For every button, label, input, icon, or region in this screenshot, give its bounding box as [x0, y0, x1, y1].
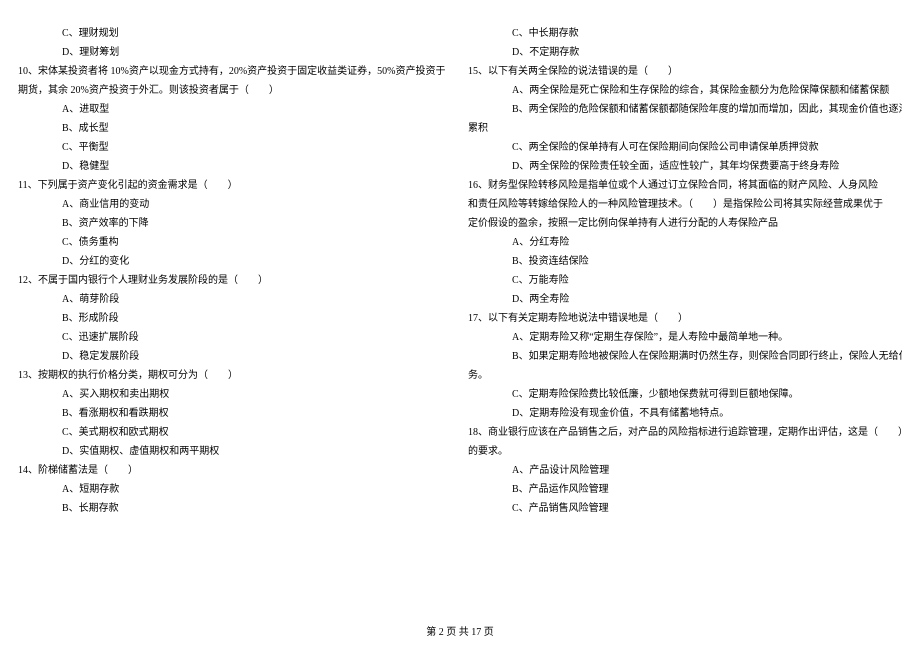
- q10-opt-b: B、成长型: [18, 119, 452, 138]
- q16-stem: 16、财务型保险转移风险是指单位或个人通过订立保险合同，将其面临的财产风险、人身…: [468, 176, 902, 195]
- q17-opt-c: C、定期寿险保险费比较低廉，少额地保费就可得到巨额地保障。: [468, 385, 902, 404]
- q16-opt-c: C、万能寿险: [468, 271, 902, 290]
- q16-opt-d: D、两全寿险: [468, 290, 902, 309]
- q10-opt-a: A、进取型: [18, 100, 452, 119]
- q16-opt-b: B、投资连结保险: [468, 252, 902, 271]
- q15-opt-c: C、两全保险的保单持有人可在保险期间向保险公司申请保单质押贷款: [468, 138, 902, 157]
- q18-opt-c: C、产品销售风险管理: [468, 499, 902, 518]
- q10-opt-c: C、平衡型: [18, 138, 452, 157]
- q13-opt-a: A、买入期权和卖出期权: [18, 385, 452, 404]
- q9-opt-c: C、理财规划: [18, 24, 452, 43]
- page-footer: 第 2 页 共 17 页: [0, 623, 920, 642]
- q10-stem: 10、宋体某投资者将 10%资产以现金方式持有，20%资产投资于固定收益类证券，…: [18, 62, 452, 81]
- q18-opt-a: A、产品设计风险管理: [468, 461, 902, 480]
- q12-opt-c: C、迅速扩展阶段: [18, 328, 452, 347]
- page-body: C、理财规划 D、理财筹划 10、宋体某投资者将 10%资产以现金方式持有，20…: [18, 24, 902, 614]
- q16-opt-a: A、分红寿险: [468, 233, 902, 252]
- q17-opt-a: A、定期寿险又称“定期生存保险”，是人寿险中最简单地一种。: [468, 328, 902, 347]
- q17-opt-b-cont: 务。: [468, 366, 902, 385]
- q13-opt-c: C、美式期权和欧式期权: [18, 423, 452, 442]
- q17-opt-d: D、定期寿险没有现金价值，不具有储蓄地特点。: [468, 404, 902, 423]
- q18-stem: 18、商业银行应该在产品销售之后，对产品的风险指标进行追踪管理，定期作出评估，这…: [468, 423, 902, 442]
- q17-opt-b: B、如果定期寿险地被保险人在保险期满时仍然生存，则保险合同即行终止，保险人无给付…: [468, 347, 902, 366]
- q15-stem: 15、以下有关两全保险的说法错误的是（ ）: [468, 62, 902, 81]
- q14-opt-d: D、不定期存款: [468, 43, 902, 62]
- q17-stem: 17、以下有关定期寿险地说法中错误地是（ ）: [468, 309, 902, 328]
- q10-opt-d: D、稳健型: [18, 157, 452, 176]
- q14-opt-a: A、短期存款: [18, 480, 452, 499]
- q13-stem: 13、按期权的执行价格分类，期权可分为（ ）: [18, 366, 452, 385]
- q12-opt-a: A、萌芽阶段: [18, 290, 452, 309]
- q18-stem-c2: 的要求。: [468, 442, 902, 461]
- q14-opt-b: B、长期存款: [18, 499, 452, 518]
- q15-opt-d: D、两全保险的保险责任较全面，适应性较广，其年均保费要高于终身寿险: [468, 157, 902, 176]
- q16-stem-c3: 定价假设的盈余，按照一定比例向保单持有人进行分配的人寿保险产品: [468, 214, 902, 233]
- q11-stem: 11、下列属于资产变化引起的资金需求是（ ）: [18, 176, 452, 195]
- left-column: C、理财规划 D、理财筹划 10、宋体某投资者将 10%资产以现金方式持有，20…: [18, 24, 452, 614]
- q15-opt-a: A、两全保险是死亡保险和生存保险的综合，其保险金额分为危险保障保额和储蓄保额: [468, 81, 902, 100]
- q12-stem: 12、不属于国内银行个人理财业务发展阶段的是（ ）: [18, 271, 452, 290]
- q15-opt-b-cont: 累积: [468, 119, 902, 138]
- q11-opt-b: B、资产效率的下降: [18, 214, 452, 233]
- q10-stem-cont: 期货，其余 20%资产投资于外汇。则该投资者属于（ ）: [18, 81, 452, 100]
- q16-stem-c2: 和责任风险等转嫁给保险人的一种风险管理技术。（ ）是指保险公司将其实际经营成果优…: [468, 195, 902, 214]
- q11-opt-d: D、分红的变化: [18, 252, 452, 271]
- right-column: C、中长期存款 D、不定期存款 15、以下有关两全保险的说法错误的是（ ） A、…: [468, 24, 902, 614]
- q14-stem: 14、阶梯储蓄法是（ ）: [18, 461, 452, 480]
- q13-opt-b: B、看涨期权和看跌期权: [18, 404, 452, 423]
- q11-opt-a: A、商业信用的变动: [18, 195, 452, 214]
- q13-opt-d: D、实值期权、虚值期权和两平期权: [18, 442, 452, 461]
- q12-opt-d: D、稳定发展阶段: [18, 347, 452, 366]
- q18-opt-b: B、产品运作风险管理: [468, 480, 902, 499]
- q11-opt-c: C、债务重构: [18, 233, 452, 252]
- q14-opt-c: C、中长期存款: [468, 24, 902, 43]
- q9-opt-d: D、理财筹划: [18, 43, 452, 62]
- q12-opt-b: B、形成阶段: [18, 309, 452, 328]
- q15-opt-b: B、两全保险的危险保额和储蓄保额都随保险年度的增加而增加，因此，其现金价值也逐渐: [468, 100, 902, 119]
